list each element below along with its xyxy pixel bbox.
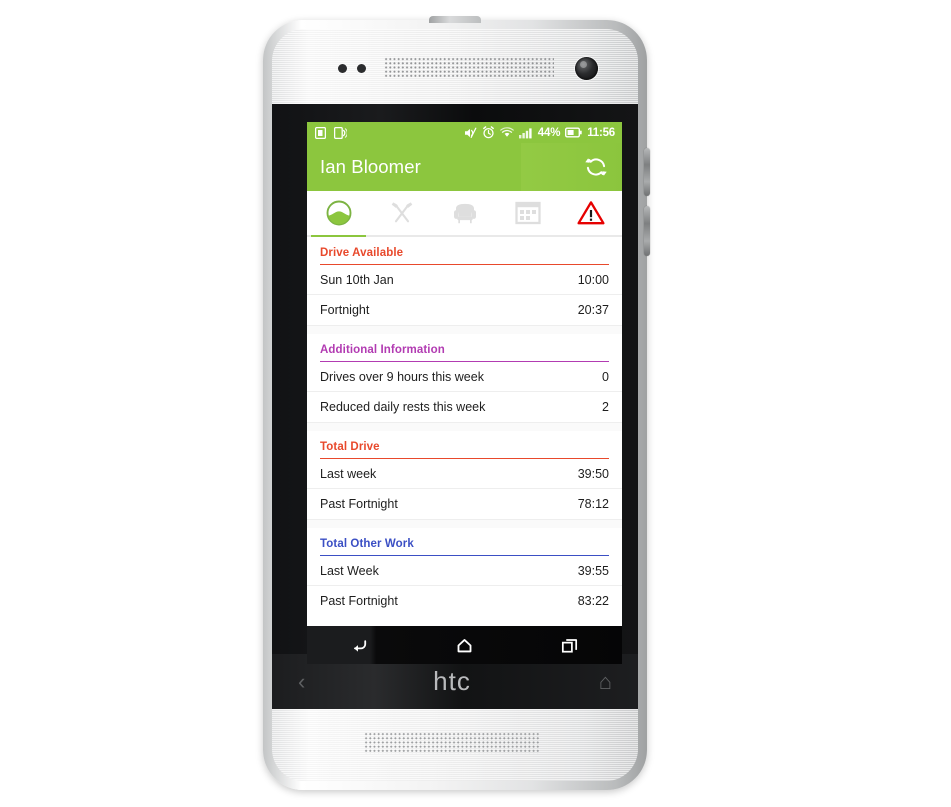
section-spacer xyxy=(307,519,622,528)
section-title: Total Other Work xyxy=(320,538,414,550)
section-spacer xyxy=(307,325,622,334)
refresh-sync-icon[interactable] xyxy=(582,153,610,181)
table-row[interactable]: Reduced daily rests this week 2 xyxy=(307,392,622,422)
chevron-left-icon[interactable]: ‹ xyxy=(298,670,305,693)
section-total-other-work: Total Other Work Last Week 39:55 Past Fo… xyxy=(307,528,622,616)
battery-icon xyxy=(565,127,582,138)
armchair-icon xyxy=(453,203,476,224)
proximity-sensor-icon xyxy=(338,64,366,73)
steering-wheel-icon xyxy=(326,200,351,226)
power-button[interactable] xyxy=(429,16,481,23)
row-label: Fortnight xyxy=(320,303,370,317)
page-title: Ian Bloomer xyxy=(320,156,421,177)
phone-device: ‹ htc ⌂ 44% 11:56 Ian Bloomer Drive Avai… xyxy=(263,16,650,790)
section-total-drive: Total Drive Last week 39:50 Past Fortnig… xyxy=(307,431,622,519)
row-value: 78:12 xyxy=(577,497,609,511)
vibrate-phone-icon xyxy=(334,126,347,139)
alarm-clock-icon xyxy=(482,126,495,139)
row-value: 39:55 xyxy=(577,563,609,578)
warning-triangle-icon xyxy=(576,201,605,225)
tab-bar xyxy=(307,191,622,237)
status-bar-right-icons: 44% 11:56 xyxy=(464,126,615,139)
sd-card-icon xyxy=(315,126,326,139)
earpiece-speaker-grille xyxy=(384,57,554,78)
row-label: Past Fortnight xyxy=(320,594,398,608)
summary-list: Drive Available Sun 10th Jan 10:00 Fortn… xyxy=(307,237,622,616)
volume-up-button[interactable] xyxy=(644,148,650,196)
tab-drive[interactable] xyxy=(307,191,370,237)
row-value: 10:00 xyxy=(577,272,609,287)
row-label: Last week xyxy=(320,466,377,481)
signal-bars-icon xyxy=(518,127,533,139)
bottom-speaker-grille xyxy=(364,732,540,754)
calendar-icon xyxy=(514,201,541,225)
row-label: Last Week xyxy=(320,563,379,578)
tab-work[interactable] xyxy=(370,191,433,235)
row-value: 20:37 xyxy=(577,303,609,317)
row-label: Drives over 9 hours this week xyxy=(320,369,484,384)
tab-calendar[interactable] xyxy=(496,191,559,235)
back-arrow-icon[interactable] xyxy=(307,635,412,656)
status-bar-left-icons xyxy=(315,126,347,139)
phone-inner-frame: ‹ htc ⌂ 44% 11:56 Ian Bloomer Drive Avai… xyxy=(272,29,638,781)
phone-screen: 44% 11:56 Ian Bloomer Drive Available Su… xyxy=(307,122,622,664)
recent-apps-icon[interactable] xyxy=(517,635,622,656)
phone-bottom-bezel xyxy=(272,709,638,781)
row-label: Sun 10th Jan xyxy=(320,272,394,287)
tab-warnings[interactable] xyxy=(559,191,622,235)
volume-down-button[interactable] xyxy=(644,206,650,256)
section-spacer xyxy=(307,422,622,431)
table-row[interactable]: Past Fortnight 83:22 xyxy=(307,586,622,616)
section-title: Drive Available xyxy=(320,247,404,259)
table-row[interactable]: Sun 10th Jan 10:00 xyxy=(307,265,622,295)
section-title: Total Drive xyxy=(320,441,380,453)
app-bar: Ian Bloomer xyxy=(307,143,622,191)
front-camera-icon xyxy=(575,57,598,80)
clock-label: 11:56 xyxy=(587,126,615,139)
section-additional-information: Additional Information Drives over 9 hou… xyxy=(307,334,622,422)
row-label: Past Fortnight xyxy=(320,497,398,511)
system-navigation-bar xyxy=(307,626,622,664)
row-label: Reduced daily rests this week xyxy=(320,400,486,414)
section-drive-available: Drive Available Sun 10th Jan 10:00 Fortn… xyxy=(307,237,622,325)
wifi-icon xyxy=(499,126,514,139)
table-row[interactable]: Drives over 9 hours this week 0 xyxy=(307,362,622,392)
phone-top-bezel xyxy=(272,29,638,104)
table-row[interactable]: Fortnight 20:37 xyxy=(307,295,622,325)
crossed-hammers-icon xyxy=(391,202,412,223)
home-icon[interactable] xyxy=(412,635,517,656)
sound-mute-icon xyxy=(464,127,477,139)
tab-rest[interactable] xyxy=(433,191,496,235)
table-row[interactable]: Last week 39:50 xyxy=(307,459,622,489)
table-row[interactable]: Last Week 39:55 xyxy=(307,556,622,586)
section-title: Additional Information xyxy=(320,344,445,356)
row-value: 83:22 xyxy=(577,594,609,608)
htc-logo: htc xyxy=(433,666,471,696)
row-value: 2 xyxy=(602,400,609,414)
row-value: 39:50 xyxy=(577,466,609,481)
battery-percent-label: 44% xyxy=(537,126,561,139)
table-row[interactable]: Past Fortnight 78:12 xyxy=(307,489,622,519)
status-bar: 44% 11:56 xyxy=(307,122,622,143)
row-value: 0 xyxy=(602,369,609,384)
home-outline-icon[interactable]: ⌂ xyxy=(599,670,612,693)
